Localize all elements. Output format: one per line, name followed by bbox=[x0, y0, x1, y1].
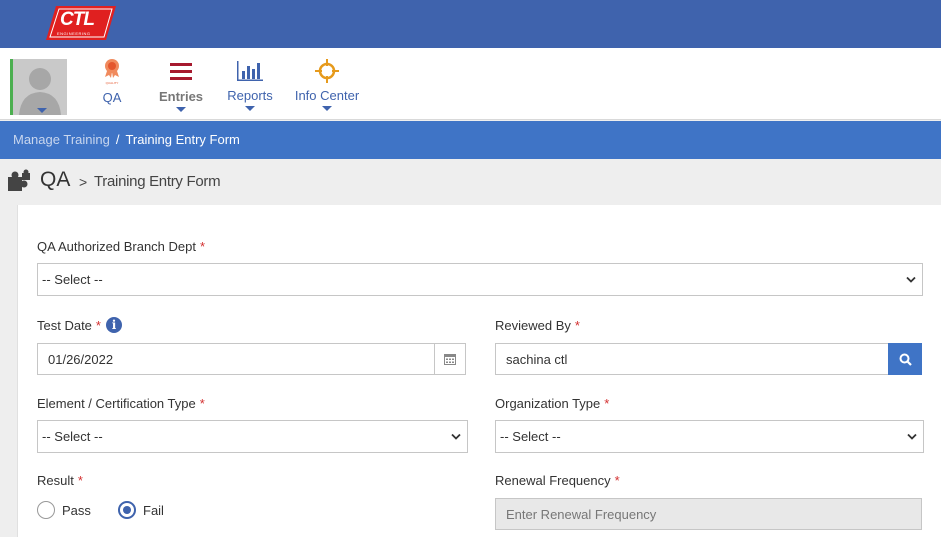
reports-caret-icon bbox=[245, 106, 255, 111]
top-header: CTL ENGINEERING bbox=[0, 0, 941, 48]
nav-entries[interactable]: Entries bbox=[156, 58, 206, 112]
org-type-select[interactable]: -- Select -- bbox=[495, 420, 924, 453]
calendar-icon bbox=[444, 354, 456, 365]
renewal-frequency-label: Renewal Frequency * bbox=[495, 473, 620, 488]
renewal-frequency-input[interactable]: Enter Renewal Frequency bbox=[495, 498, 922, 530]
user-silhouette-icon bbox=[19, 68, 61, 115]
result-fail-radio[interactable] bbox=[118, 501, 136, 519]
nav-entries-label: Entries bbox=[158, 89, 204, 104]
page-subtitle: Training Entry Form bbox=[94, 173, 221, 190]
renewal-frequency-placeholder: Enter Renewal Frequency bbox=[506, 506, 657, 522]
reviewed-by-input[interactable]: sachina ctl bbox=[495, 343, 889, 375]
user-avatar[interactable] bbox=[10, 59, 67, 115]
branch-dept-label: QA Authorized Branch Dept * bbox=[37, 239, 206, 254]
test-date-value: 01/26/2022 bbox=[48, 351, 114, 367]
breadcrumb: Manage Training / Training Entry Form bbox=[0, 121, 941, 159]
calendar-button[interactable] bbox=[434, 344, 465, 374]
breadcrumb-current: Training Entry Form bbox=[125, 132, 240, 147]
breadcrumb-separator: / bbox=[115, 132, 120, 147]
element-type-value: -- Select -- bbox=[42, 429, 103, 444]
nav-info-center[interactable]: Info Center bbox=[292, 58, 362, 111]
training-entry-form: QA Authorized Branch Dept * -- Select -- … bbox=[17, 205, 941, 537]
reviewed-by-label: Reviewed By * bbox=[495, 318, 580, 333]
search-icon bbox=[899, 353, 912, 366]
branch-dept-value: -- Select -- bbox=[42, 272, 103, 287]
search-button[interactable] bbox=[888, 343, 922, 375]
test-date-label: Test Date * i bbox=[37, 317, 122, 334]
test-date-input[interactable]: 01/26/2022 bbox=[37, 343, 466, 375]
nav-reports-label: Reports bbox=[227, 88, 273, 103]
reviewed-by-value: sachina ctl bbox=[506, 351, 568, 367]
puzzle-icon bbox=[8, 169, 30, 191]
chevron-down-icon bbox=[906, 276, 916, 283]
main-navbar: QUALITY QA Entries Reports Info Center bbox=[0, 48, 941, 120]
result-fail-label[interactable]: Fail bbox=[143, 503, 164, 518]
crosshair-icon bbox=[315, 59, 339, 83]
breadcrumb-manage-training[interactable]: Manage Training bbox=[13, 132, 110, 147]
org-type-value: -- Select -- bbox=[500, 429, 561, 444]
title-separator: > bbox=[79, 174, 88, 190]
info-icon[interactable]: i bbox=[105, 317, 122, 334]
entries-caret-icon bbox=[176, 107, 186, 112]
info-center-caret-icon bbox=[322, 106, 332, 111]
page-title: QA bbox=[40, 168, 71, 191]
element-type-label: Element / Certification Type * bbox=[37, 396, 205, 411]
branch-dept-select[interactable]: -- Select -- bbox=[37, 263, 923, 296]
org-type-label: Organization Type * bbox=[495, 396, 610, 411]
result-pass-radio[interactable] bbox=[37, 501, 55, 519]
element-type-select[interactable]: -- Select -- bbox=[37, 420, 468, 453]
avatar-dropdown-caret bbox=[37, 108, 47, 113]
quality-badge-text: QUALITY bbox=[105, 81, 119, 85]
chevron-down-icon bbox=[907, 433, 917, 440]
bar-chart-icon bbox=[237, 61, 263, 81]
page-title-bar: QA > Training Entry Form bbox=[0, 160, 941, 204]
result-label: Result * bbox=[37, 473, 83, 488]
hamburger-list-icon bbox=[170, 63, 192, 80]
logo-text: CTL bbox=[60, 9, 95, 30]
logo-subtext: ENGINEERING bbox=[57, 31, 91, 36]
chevron-down-icon bbox=[451, 433, 461, 440]
result-pass-label[interactable]: Pass bbox=[62, 503, 91, 518]
nav-info-center-label: Info Center bbox=[294, 88, 360, 103]
nav-reports[interactable]: Reports bbox=[224, 58, 276, 111]
nav-qa-label: QA bbox=[102, 90, 122, 105]
nav-qa[interactable]: QUALITY QA bbox=[96, 58, 128, 105]
